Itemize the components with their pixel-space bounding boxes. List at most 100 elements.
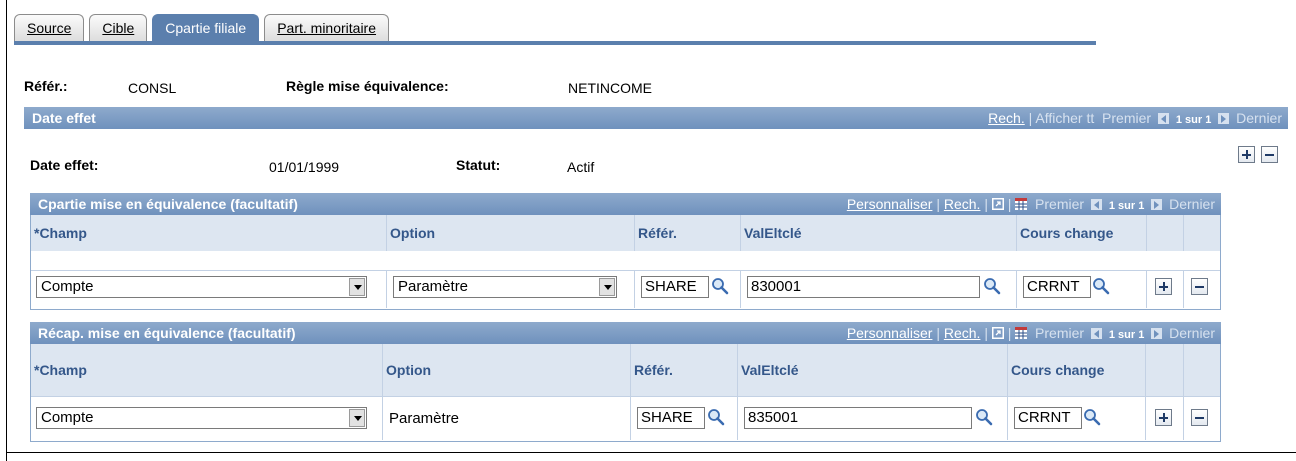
effdate-label: Date effet: [30, 157, 99, 173]
add-effdate-row-button[interactable] [1238, 146, 1255, 163]
grid2-nav: Personnaliser | Rech. | | Premier 1 sur … [847, 322, 1215, 346]
grid2-last: Dernier [1169, 325, 1215, 341]
grid2-col-valeltcle: ValEltclé [738, 344, 1008, 396]
nav-separator: | [936, 196, 940, 212]
effdate-view-all: Afficher tt [1035, 110, 1095, 126]
effdate-value: 01/01/1999 [269, 159, 340, 175]
nav-separator: | [1007, 325, 1012, 341]
grid2-champ-select[interactable]: Compte [36, 407, 367, 429]
grid1-col-option: Option [387, 215, 635, 251]
nav-separator: | [984, 196, 988, 212]
grid2-title: Récap. mise en équivalence (facultatif) [38, 325, 296, 341]
grid1-find-link[interactable]: Rech. [944, 196, 981, 212]
tab-part-minoritaire-label: Part. minoritaire [277, 20, 377, 36]
prev-arrow-icon [1090, 328, 1102, 339]
magnifier-icon[interactable] [1083, 408, 1101, 426]
grid2-delete-row-button[interactable] [1191, 409, 1208, 426]
grid1-position: 1 sur 1 [1108, 200, 1145, 212]
prev-arrow-icon [1157, 113, 1169, 124]
grid2-col-add [1146, 344, 1184, 396]
effdate-find-link[interactable]: Rech. [988, 110, 1025, 126]
grid2-col-refer: Référ. [631, 344, 738, 396]
grid2-customize-link[interactable]: Personnaliser [847, 325, 933, 341]
tab-cible[interactable]: Cible [89, 14, 148, 42]
effdate-first: Premier [1102, 110, 1152, 126]
grid1-valeltcle-input[interactable]: 830001 [747, 276, 980, 298]
refer-value: CONSL [128, 80, 177, 96]
magnifier-icon[interactable] [983, 277, 1001, 295]
grid1-first: Premier [1035, 196, 1085, 212]
grid1-col-add [1147, 215, 1184, 251]
next-arrow-icon [1151, 328, 1163, 339]
grid2-bar: Récap. mise en équivalence (facultatif) … [30, 322, 1221, 344]
spreadsheet-icon[interactable] [1015, 198, 1028, 210]
chevron-down-icon[interactable] [349, 409, 365, 427]
grid1-nav: Personnaliser | Rech. | | Premier 1 sur … [847, 193, 1215, 217]
grid1-delete-row-button[interactable] [1191, 278, 1208, 295]
tab-source-label: Source [27, 20, 72, 36]
status-value: Actif [567, 159, 595, 175]
rule-label: Règle mise équivalence: [286, 78, 449, 94]
grid1-last: Dernier [1169, 196, 1215, 212]
tab-source[interactable]: Source [14, 14, 85, 42]
magnifier-icon[interactable] [975, 408, 993, 426]
grid1-col-valeltcle: ValEltclé [741, 215, 1017, 251]
spreadsheet-icon[interactable] [1015, 327, 1028, 339]
nav-separator: | [1028, 110, 1033, 126]
grid2-col-delete [1184, 344, 1220, 396]
grid1-col-cours: Cours change [1017, 215, 1147, 251]
grid1-col-champ: *Champ [31, 215, 387, 251]
nav-separator: | [984, 325, 988, 341]
effdate-last: Dernier [1236, 110, 1282, 126]
tab-bar: Source Cible Cpartie filiale Part. minor… [14, 14, 394, 42]
grid1-champ-value: Compte [41, 278, 94, 295]
grid1-champ-select[interactable]: Compte [36, 276, 367, 298]
tab-cible-label: Cible [102, 20, 135, 36]
next-arrow-icon [1151, 199, 1163, 210]
grid1-option-select[interactable]: Paramètre [393, 276, 617, 298]
magnifier-icon[interactable] [711, 277, 729, 295]
grid2-first: Premier [1035, 325, 1085, 341]
grid1-col-delete [1184, 215, 1220, 251]
magnifier-icon[interactable] [1092, 277, 1110, 295]
grid2-table: *Champ Option Référ. ValEltclé Cours cha… [30, 344, 1221, 442]
effdate-bar: Date effet Rech. | Afficher tt Premier 1… [24, 107, 1288, 129]
tab-underline [14, 41, 1096, 45]
tab-cpartie-filiale-label: Cpartie filiale [165, 20, 247, 36]
effdate-nav: Rech. | Afficher tt Premier 1 sur 1 Dern… [988, 107, 1282, 131]
prev-arrow-icon [1090, 199, 1102, 210]
grid2-option-value: Paramètre [389, 410, 460, 427]
grid2-cours-input[interactable]: CRRNT [1014, 407, 1082, 429]
delete-effdate-row-button[interactable] [1261, 146, 1278, 163]
chevron-down-icon[interactable] [599, 278, 615, 296]
zoom-window-icon[interactable] [991, 198, 1004, 210]
nav-separator: | [1007, 196, 1012, 212]
grid2-valeltcle-input[interactable]: 835001 [744, 407, 972, 429]
effdate-bar-title: Date effet [32, 110, 96, 126]
grid2-col-champ: *Champ [31, 344, 383, 396]
grid1-bar: Cpartie mise en équivalence (facultatif)… [30, 193, 1221, 215]
zoom-window-icon[interactable] [991, 327, 1004, 339]
nav-separator: | [936, 325, 940, 341]
grid1-title: Cpartie mise en équivalence (facultatif) [38, 196, 298, 212]
grid2-refer-input[interactable]: SHARE [637, 407, 705, 429]
grid1-customize-link[interactable]: Personnaliser [847, 196, 933, 212]
grid1-option-value: Paramètre [398, 278, 469, 295]
grid1-cours-input[interactable]: CRRNT [1023, 276, 1091, 298]
rule-value: NETINCOME [568, 80, 652, 96]
grid2-col-cours: Cours change [1008, 344, 1146, 396]
grid1-col-refer: Référ. [635, 215, 741, 251]
grid1-add-row-button[interactable] [1155, 278, 1172, 295]
grid2-add-row-button[interactable] [1155, 409, 1172, 426]
grid1-table: *Champ Option Référ. ValEltclé Cours cha… [30, 215, 1221, 310]
grid1-refer-input[interactable]: SHARE [641, 276, 709, 298]
chevron-down-icon[interactable] [349, 278, 365, 296]
tab-cpartie-filiale[interactable]: Cpartie filiale [152, 14, 260, 42]
grid2-col-option: Option [383, 344, 631, 396]
refer-label: Référ.: [24, 78, 68, 94]
tab-part-minoritaire[interactable]: Part. minoritaire [264, 14, 390, 42]
grid2-champ-value: Compte [41, 409, 94, 426]
grid2-find-link[interactable]: Rech. [944, 325, 981, 341]
magnifier-icon[interactable] [707, 408, 725, 426]
frame-bottom-border [6, 452, 1296, 453]
